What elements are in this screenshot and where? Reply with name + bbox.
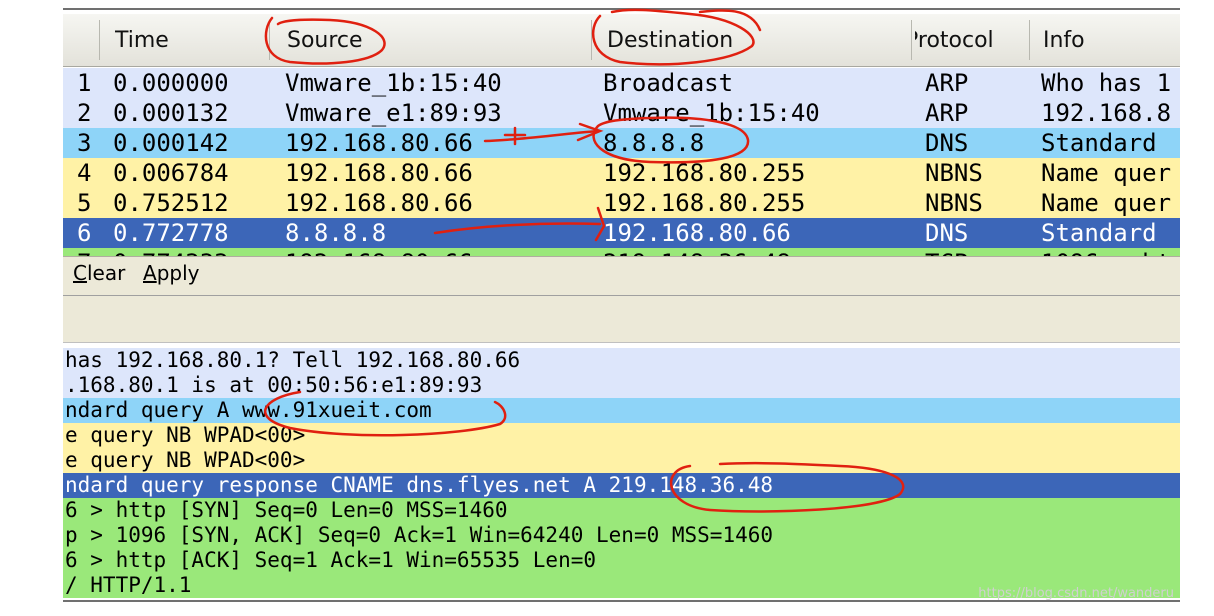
- packet-info: Standard: [1041, 129, 1157, 157]
- column-header-info[interactable]: Info: [1043, 14, 1173, 66]
- packet-source: 192.168.80.66: [285, 189, 473, 217]
- packet-number: 7: [77, 248, 107, 256]
- packet-source: 192.168.80.66: [285, 248, 595, 256]
- packet-source: Vmware_e1:89:93: [285, 99, 502, 127]
- column-header-protocol[interactable]: Protocol: [915, 14, 1023, 66]
- watermark-text: https://blog.csdn.net/wanderu: [978, 586, 1174, 601]
- packet-protocol: DNS: [925, 129, 969, 157]
- packet-time: 0.000142: [113, 129, 229, 157]
- info-line[interactable]: e query NB WPAD<00>: [63, 448, 1180, 473]
- info-line[interactable]: .168.80.1 is at 00:50:56:e1:89:93: [63, 373, 1180, 398]
- info-line[interactable]: ndard query A www.91xueit.com: [63, 398, 1180, 423]
- packet-info: Name quer: [1041, 189, 1172, 217]
- packet-capture-window: Time Source Destination Protocol Info 1 …: [63, 0, 1180, 616]
- packet-destination: 192.168.80.255: [603, 159, 806, 187]
- packet-info: 192.168.8: [1041, 99, 1172, 127]
- clear-button[interactable]: Clear: [73, 261, 125, 285]
- column-separator[interactable]: [1029, 20, 1030, 60]
- column-separator[interactable]: [591, 20, 592, 60]
- packet-row[interactable]: 2 0.000132 Vmware_e1:89:93 Vmware_1b:15:…: [63, 98, 1180, 128]
- packet-info: 1096 > ht: [1041, 248, 1180, 256]
- top-border: [63, 8, 1180, 10]
- column-separator[interactable]: [269, 20, 270, 60]
- column-header-source[interactable]: Source: [287, 14, 587, 66]
- info-line[interactable]: p > 1096 [SYN, ACK] Seq=0 Ack=1 Win=6424…: [63, 523, 1180, 548]
- packet-number: 4: [77, 159, 92, 187]
- column-separator[interactable]: [911, 20, 912, 60]
- column-separator[interactable]: [99, 20, 100, 60]
- packet-row[interactable]: 3 0.000142 192.168.80.66 8.8.8.8 DNS Sta…: [63, 128, 1180, 158]
- packet-number: 3: [77, 129, 92, 157]
- apply-button[interactable]: Apply: [143, 261, 199, 285]
- packet-row[interactable]: 1 0.000000 Vmware_1b:15:40 Broadcast ARP…: [63, 68, 1180, 98]
- packet-protocol: ARP: [925, 99, 969, 127]
- packet-time: 0.774333: [113, 248, 273, 256]
- filter-toolbar: Clear Apply: [63, 256, 1180, 295]
- info-line-selected[interactable]: ndard query response CNAME dns.flyes.net…: [63, 473, 1180, 498]
- packet-source: 192.168.80.66: [285, 129, 473, 157]
- packet-number: 2: [77, 99, 92, 127]
- packet-time: 0.000132: [113, 99, 229, 127]
- packet-number: 5: [77, 189, 92, 217]
- packet-destination: Broadcast: [603, 69, 734, 97]
- packet-row[interactable]: 4 0.006784 192.168.80.66 192.168.80.255 …: [63, 158, 1180, 188]
- info-line[interactable]: 6 > http [ACK] Seq=1 Ack=1 Win=65535 Len…: [63, 548, 1180, 573]
- packet-source: 8.8.8.8: [285, 219, 387, 247]
- packet-source: Vmware_1b:15:40: [285, 69, 502, 97]
- column-header-destination[interactable]: Destination: [607, 14, 907, 66]
- packet-list-header: Time Source Destination Protocol Info: [63, 14, 1180, 67]
- packet-number: 1: [77, 69, 92, 97]
- packet-destination: 192.168.80.255: [603, 189, 806, 217]
- packet-destination: 192.168.80.66: [603, 219, 791, 247]
- packet-details-pane[interactable]: [63, 295, 1180, 343]
- packet-info: Standard: [1041, 219, 1157, 247]
- packet-destination: 219.148.36.48: [603, 248, 923, 256]
- packet-protocol: ARP: [925, 69, 969, 97]
- packet-protocol: DNS: [925, 219, 969, 247]
- packet-row[interactable]: 7 0.774333 192.168.80.66 219.148.36.48 T…: [63, 248, 1180, 256]
- info-line[interactable]: has 192.168.80.1? Tell 192.168.80.66: [63, 348, 1180, 373]
- info-line[interactable]: 6 > http [SYN] Seq=0 Len=0 MSS=1460: [63, 498, 1180, 523]
- packet-time: 0.000000: [113, 69, 229, 97]
- packet-protocol: NBNS: [925, 189, 983, 217]
- packet-number: 6: [77, 219, 92, 247]
- packet-time: 0.006784: [113, 159, 229, 187]
- packet-time: 0.772778: [113, 219, 229, 247]
- packet-destination: Vmware_1b:15:40: [603, 99, 820, 127]
- packet-source: 192.168.80.66: [285, 159, 473, 187]
- packet-info: Who has 1: [1041, 69, 1172, 97]
- packet-row[interactable]: 5 0.752512 192.168.80.66 192.168.80.255 …: [63, 188, 1180, 218]
- packet-protocol: NBNS: [925, 159, 983, 187]
- packet-time: 0.752512: [113, 189, 229, 217]
- packet-protocol: TCP: [925, 248, 1035, 256]
- packet-info: Name quer: [1041, 159, 1172, 187]
- info-line[interactable]: e query NB WPAD<00>: [63, 423, 1180, 448]
- packet-list: 1 0.000000 Vmware_1b:15:40 Broadcast ARP…: [63, 68, 1180, 256]
- packet-row-selected[interactable]: 6 0.772778 8.8.8.8 192.168.80.66 DNS Sta…: [63, 218, 1180, 248]
- column-header-time[interactable]: Time: [115, 14, 265, 66]
- packet-destination: 8.8.8.8: [603, 129, 705, 157]
- packet-info-list: has 192.168.80.1? Tell 192.168.80.66 .16…: [63, 348, 1180, 598]
